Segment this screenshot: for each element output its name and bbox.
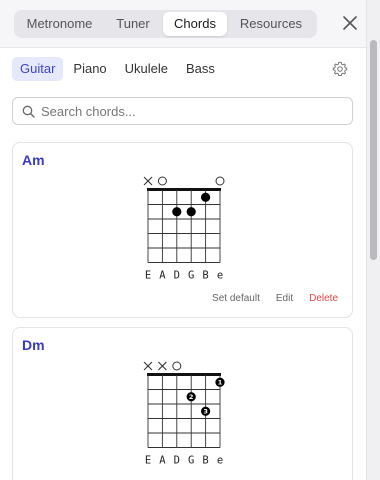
finger-dot: [172, 207, 182, 217]
nut: [147, 373, 221, 376]
string-label: E: [145, 455, 151, 467]
finger-dot: [186, 207, 196, 217]
search-box: [12, 97, 353, 125]
string-label: B: [202, 455, 208, 467]
muted-string-marker: [158, 361, 167, 371]
muted-string-marker: [143, 361, 153, 371]
string-label: D: [174, 455, 180, 467]
finger-number: 1: [218, 378, 223, 386]
string-label: G: [188, 455, 194, 467]
finger-number: 3: [203, 407, 208, 415]
muted-string-marker: [143, 176, 153, 186]
chord-name: Am: [22, 152, 45, 168]
search-icon: [22, 105, 35, 118]
chord-card: Am EADGBe Set default Edit Delete: [12, 142, 353, 318]
tab-ukulele[interactable]: Ukulele: [117, 57, 176, 81]
string-label: e: [217, 270, 223, 282]
tab-resources[interactable]: Resources: [227, 12, 315, 36]
string-label: G: [188, 270, 194, 282]
scrollbar[interactable]: [366, 0, 380, 480]
set-default-button[interactable]: Set default: [212, 293, 260, 304]
tab-tuner[interactable]: Tuner: [103, 12, 163, 36]
close-icon[interactable]: [341, 14, 359, 32]
finger-dot: [201, 192, 211, 202]
top-bar: Metronome Tuner Chords Resources: [0, 0, 366, 48]
chord-diagram: 1 2 3 E A D G Be: [143, 361, 225, 467]
edit-button[interactable]: Edit: [276, 293, 293, 304]
open-string-marker: [215, 176, 225, 186]
open-string-marker: [172, 361, 182, 371]
nut: [147, 188, 221, 191]
mode-tabs: Metronome Tuner Chords Resources: [14, 10, 317, 38]
string-label: A: [159, 455, 166, 467]
chord-actions: Set default Edit Delete: [212, 293, 338, 304]
delete-button[interactable]: Delete: [309, 293, 338, 304]
tab-metronome[interactable]: Metronome: [16, 12, 103, 36]
chord-name: Dm: [22, 337, 45, 353]
string-label: e: [217, 455, 223, 467]
tab-piano[interactable]: Piano: [65, 57, 114, 81]
chord-diagram: EADGBe: [143, 176, 225, 282]
scrollbar-thumb[interactable]: [370, 40, 377, 260]
string-label: A: [159, 270, 166, 282]
tab-chords[interactable]: Chords: [163, 12, 227, 36]
instrument-tabs: Guitar Piano Ukulele Bass: [12, 57, 223, 81]
string-label: D: [174, 270, 180, 282]
finger-number: 2: [189, 393, 194, 401]
tab-bass[interactable]: Bass: [178, 57, 223, 81]
string-label: E: [145, 270, 151, 282]
string-label: B: [202, 270, 208, 282]
tab-guitar[interactable]: Guitar: [12, 57, 64, 81]
open-string-marker: [157, 176, 167, 186]
gear-icon[interactable]: [332, 61, 348, 77]
chord-card: Dm 1 2 3 EADGBe: [12, 327, 353, 480]
search-input[interactable]: [41, 102, 341, 121]
